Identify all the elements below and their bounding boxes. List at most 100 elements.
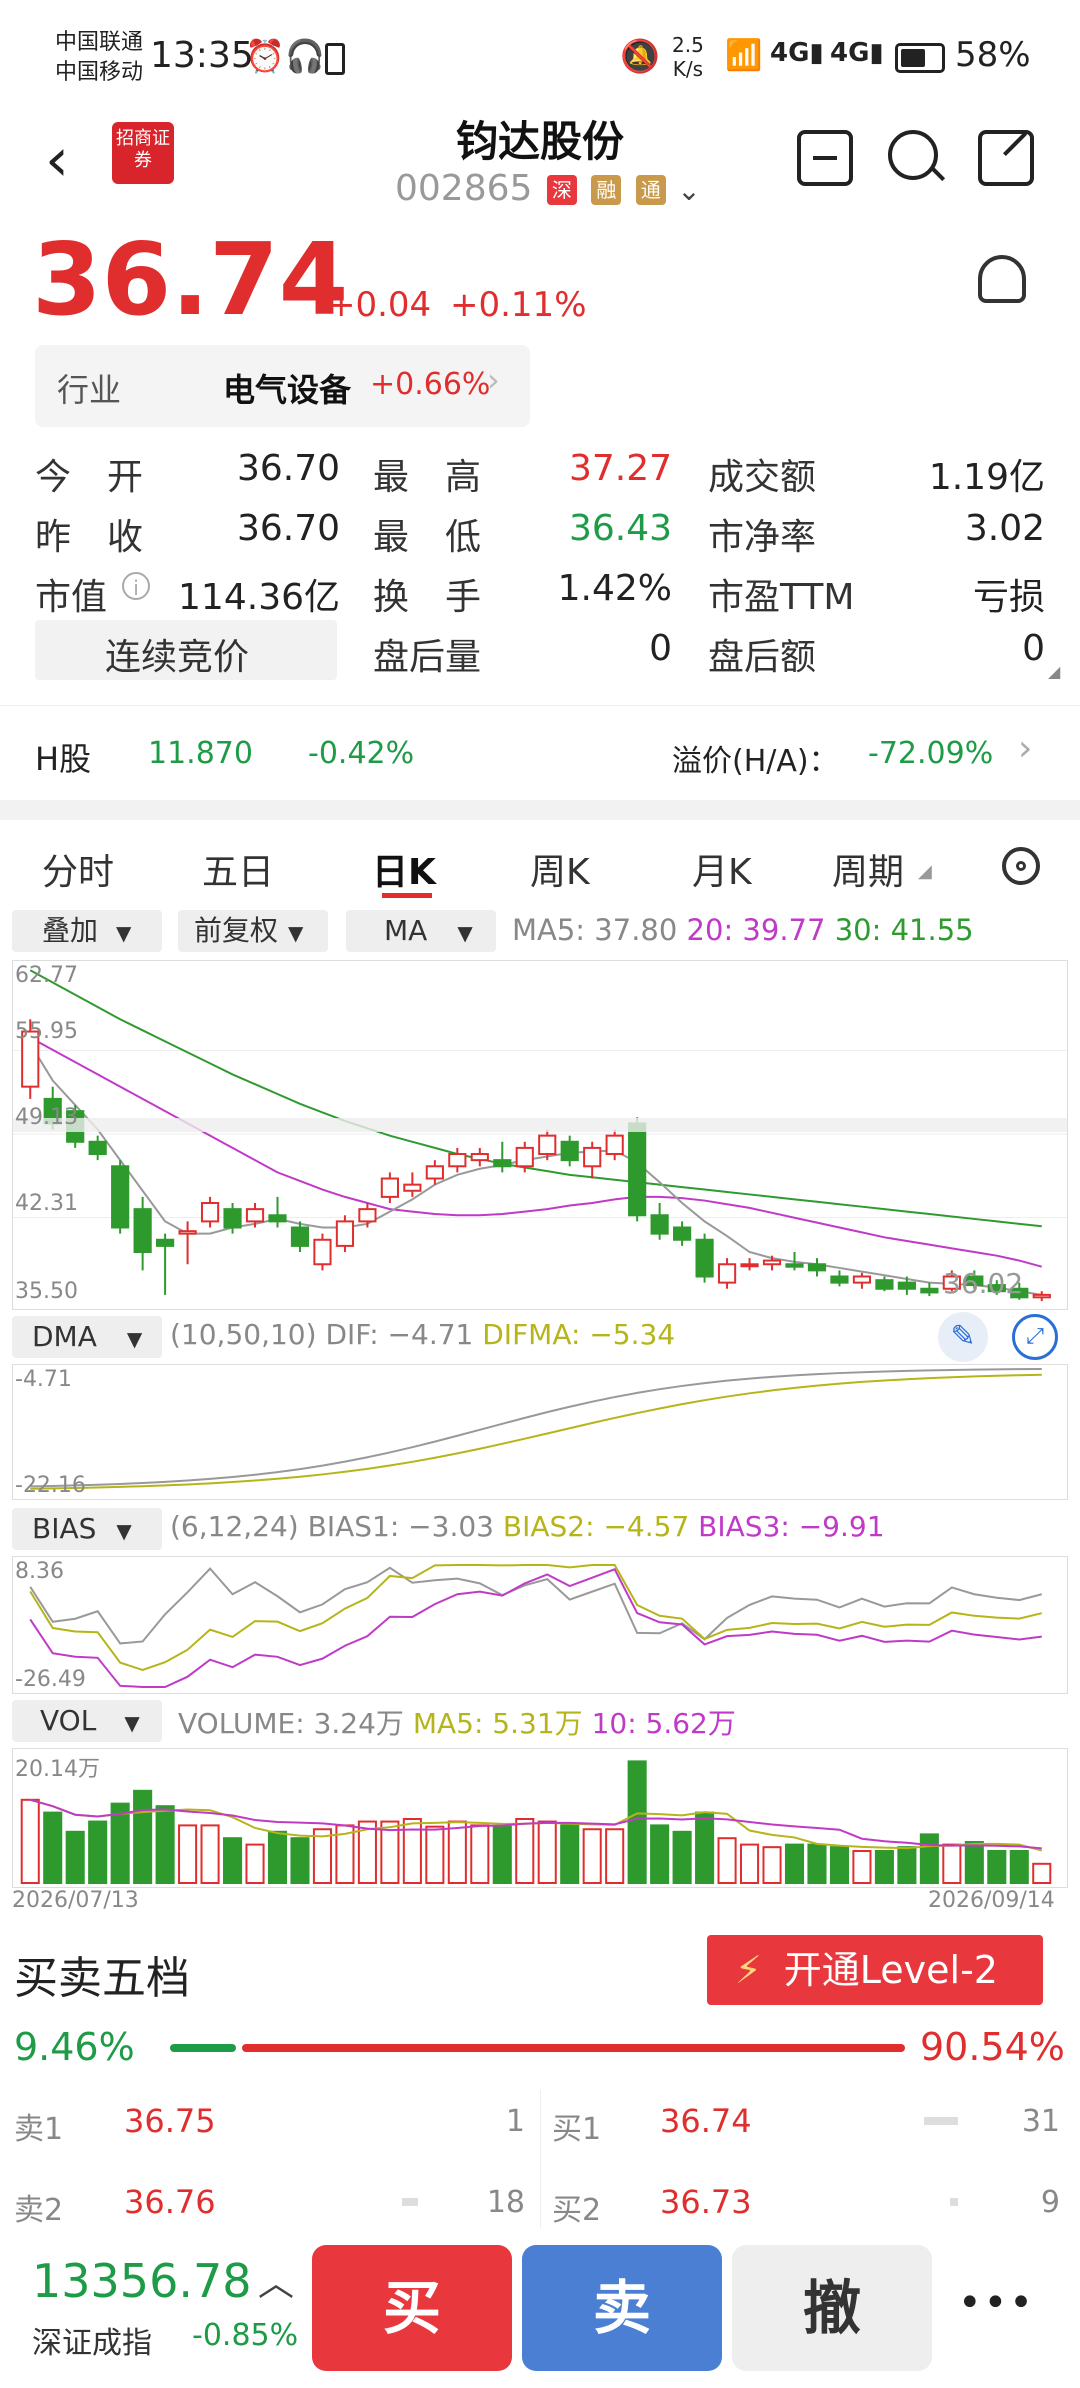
carrier-info: 中国联通 中国移动 xyxy=(55,28,143,88)
candle-body xyxy=(1032,1293,1051,1299)
buy-level-price: 36.73 xyxy=(660,2183,752,2221)
buy-level-qty: 9 xyxy=(1040,2185,1060,2220)
stat-value: 1.19亿 xyxy=(928,457,1045,498)
candle-body xyxy=(111,1165,130,1229)
volume-bar xyxy=(627,1760,647,1884)
chevron-up-icon[interactable]: ︿ xyxy=(258,2254,294,2306)
stat-value: 37.27 xyxy=(568,448,672,489)
dropdown-icon: ▼ xyxy=(116,921,132,945)
period-tabs: 分时 五日 日K 周K 月K 周期 ◢ xyxy=(0,825,1080,915)
candle-body xyxy=(807,1263,827,1272)
edit-icon[interactable]: ✎ xyxy=(938,1312,988,1362)
candle-body xyxy=(156,1238,175,1247)
candle-body xyxy=(493,1159,512,1168)
orderbook-title: 买卖五档 xyxy=(14,1953,190,2004)
vol-ma5: MA5: 5.31万 xyxy=(412,1707,583,1740)
search-icon[interactable] xyxy=(888,130,946,182)
sell-ratio-bar xyxy=(242,2044,905,2052)
expand-triangle-icon[interactable]: ◢ xyxy=(1048,662,1060,681)
dma-values: (10,50,10) DIF: −4.71 DIFMA: −5.34 xyxy=(170,1318,675,1351)
level2-button[interactable]: ⚡ 开通Level-2 xyxy=(707,1935,1043,2005)
alert-bell-icon[interactable] xyxy=(978,255,1026,303)
stat-value: 36.70 xyxy=(236,448,340,489)
buy-button[interactable]: 买 xyxy=(312,2245,512,2371)
tab-intraday[interactable]: 分时 xyxy=(42,843,114,895)
settings-icon[interactable] xyxy=(1002,847,1040,885)
dma-select[interactable]: DMA ▼ xyxy=(12,1316,162,1358)
buy-ratio-bar xyxy=(170,2044,236,2052)
bias-select[interactable]: BIAS ▼ xyxy=(12,1508,162,1550)
axis-label: 20.14万 xyxy=(15,1757,100,1782)
h-share-label: H股 xyxy=(35,740,92,778)
dropdown-icon: ▼ xyxy=(124,1711,140,1735)
index-change: -0.85% xyxy=(192,2318,299,2353)
vol-select[interactable]: VOL ▼ xyxy=(12,1700,162,1742)
sell-level-qty: 18 xyxy=(486,2185,525,2220)
dma-chart: -4.71 -22.16 xyxy=(12,1364,1068,1500)
highlight-band xyxy=(13,1118,1067,1132)
candle-body xyxy=(358,1208,377,1223)
axis-label: 35.50 xyxy=(15,1279,78,1304)
logo-text: 招商证券 xyxy=(116,128,170,171)
stat-value: 0 xyxy=(1022,628,1045,669)
stock-code-row[interactable]: 002865 深 融 通 ⌄ xyxy=(395,168,701,209)
ma-values: MA5: 37.80 20: 39.77 30: 41.55 xyxy=(512,913,974,947)
axis-label: -22.16 xyxy=(15,1473,86,1498)
chevron-right-icon: › xyxy=(487,361,500,399)
volume-bar xyxy=(672,1830,692,1885)
stock-name: 钧达股份 xyxy=(455,117,624,166)
stat-value: 1.42% xyxy=(557,568,672,609)
candle-body xyxy=(223,1208,242,1229)
industry-bar[interactable]: 行业 电气设备 +0.66% › xyxy=(35,345,530,427)
volume-bar xyxy=(582,1828,602,1884)
date-end: 2026/09/14 xyxy=(928,1888,1055,1913)
vol-volume: VOLUME: 3.24万 xyxy=(178,1707,404,1740)
minimize-icon[interactable] xyxy=(797,130,853,186)
tab-monthly-k[interactable]: 月K xyxy=(692,843,752,895)
candle-body xyxy=(380,1177,399,1198)
adjust-select[interactable]: 前复权 ▼ xyxy=(178,910,328,952)
buy-ratio: 9.46% xyxy=(14,2025,135,2069)
axis-label: 62.77 xyxy=(15,963,78,988)
overlay-select[interactable]: 叠加 ▼ xyxy=(12,910,162,952)
volume-bar xyxy=(267,1830,288,1885)
tab-weekly-k[interactable]: 周K xyxy=(530,843,590,895)
chevron-down-icon: ⌄ xyxy=(677,174,701,207)
volume-bar xyxy=(784,1843,805,1884)
expand-icon[interactable]: ⤢ xyxy=(1012,1314,1058,1360)
tab-daily-k[interactable]: 日K xyxy=(372,843,436,895)
cancel-order-button[interactable]: 撤 xyxy=(732,2245,932,2371)
sell-level-label: 卖1 xyxy=(14,2112,64,2147)
carrier-1: 中国联通 xyxy=(55,30,144,55)
back-button[interactable]: ‹ xyxy=(45,130,69,190)
price-change: +0.04 xyxy=(327,285,432,325)
share-icon[interactable] xyxy=(978,130,1034,186)
kline-chart[interactable]: 62.77 55.95 49.13 42.31 35.50 36.02 xyxy=(12,960,1068,1310)
tab-five-day[interactable]: 五日 xyxy=(202,843,274,895)
tab-period[interactable]: 周期 xyxy=(832,843,904,895)
dma-dif: DIF: −4.71 xyxy=(325,1318,474,1351)
ma-select[interactable]: MA ▼ xyxy=(346,910,496,952)
candle-body xyxy=(470,1153,489,1162)
adjust-label: 前复权 xyxy=(194,914,279,947)
candle-body xyxy=(178,1230,197,1235)
candle-body xyxy=(717,1263,737,1284)
stat-value: 36.43 xyxy=(568,508,672,549)
sell-ratio: 90.54% xyxy=(920,2025,1065,2069)
more-icon[interactable]: ••• xyxy=(958,2280,1035,2326)
sell-button[interactable]: 卖 xyxy=(522,2245,722,2371)
index-value[interactable]: 13356.78 xyxy=(32,2254,252,2308)
volume-bar xyxy=(223,1837,243,1884)
h-share-bar[interactable]: H股 11.870 -0.42% 溢价(H/A)： -72.09% › xyxy=(0,705,1080,801)
price-change-pct: +0.11% xyxy=(450,285,587,325)
volume-bar xyxy=(447,1820,467,1884)
volume-bar xyxy=(560,1824,580,1884)
stat-label: 市值 xyxy=(35,577,108,618)
stat-label: 换 手 xyxy=(373,577,482,618)
net-speed-unit: K/s xyxy=(672,57,704,81)
dropdown-icon: ▼ xyxy=(288,921,304,945)
volume-bar xyxy=(133,1789,153,1885)
ma30-line xyxy=(29,969,1042,1228)
headphone-icon: 🎧 xyxy=(285,37,325,75)
volume-bar xyxy=(605,1828,625,1884)
